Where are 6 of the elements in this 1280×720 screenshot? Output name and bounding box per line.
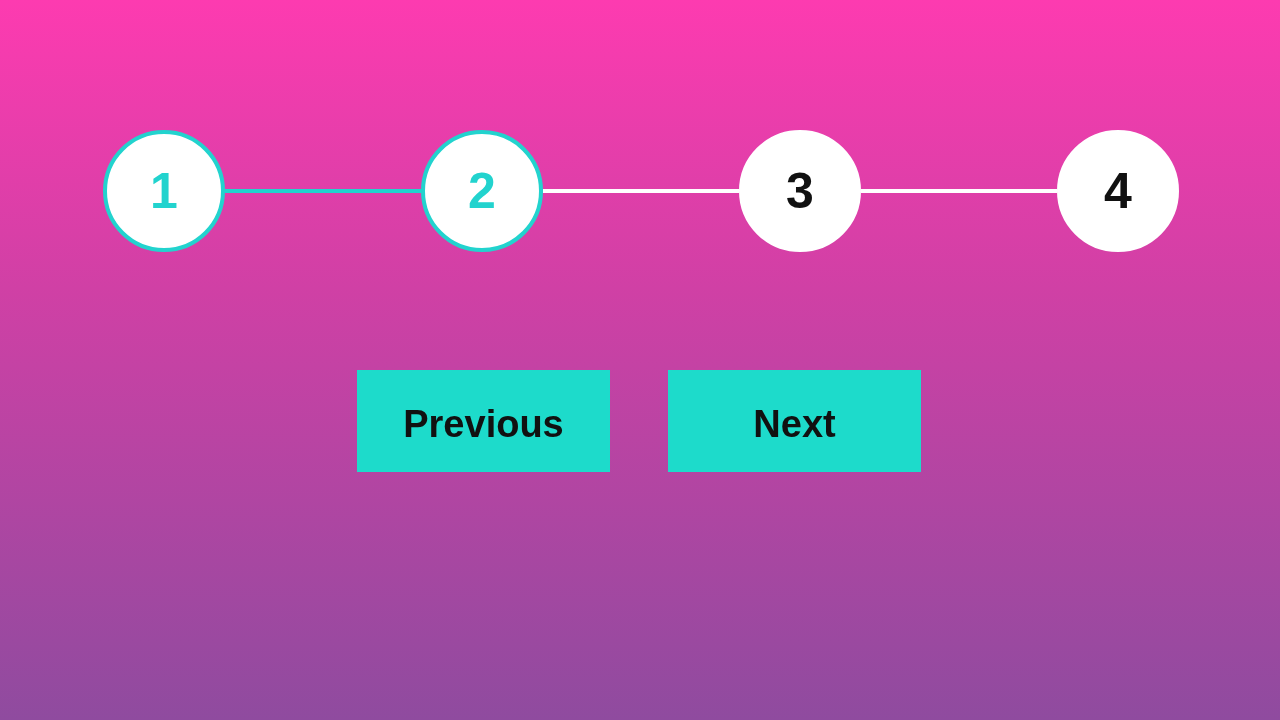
step-circle: 4: [1057, 130, 1179, 252]
step-circle: 1: [103, 130, 225, 252]
step-circle: 3: [739, 130, 861, 252]
previous-button[interactable]: Previous: [357, 370, 610, 472]
step-circle: 2: [421, 130, 543, 252]
next-button[interactable]: Next: [668, 370, 921, 472]
